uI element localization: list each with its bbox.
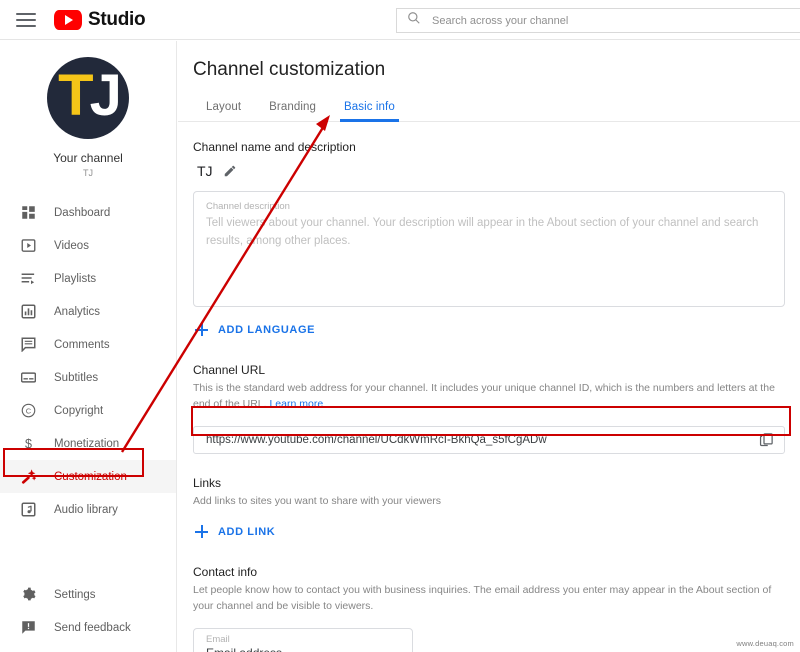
contact-info-description: Let people know how to contact you with … [193,584,772,612]
sidebar-item-send-feedback[interactable]: Send feedback [0,611,176,644]
comment-icon [18,335,38,355]
basic-info-panel: Channel name and description TJ Channel … [178,122,800,652]
youtube-studio-window: Studio Search across your channel TJ You… [0,0,800,652]
tab-bar: Layout Branding Basic info [178,95,800,122]
svg-text:C: C [25,406,31,415]
sidebar-item-monetization[interactable]: $ Monetization [0,427,176,460]
svg-text:$: $ [25,437,32,451]
tab-branding[interactable]: Branding [255,95,330,121]
avatar-letter-j: J [89,63,122,128]
audio-library-icon [18,500,38,520]
tab-basic-info[interactable]: Basic info [330,95,409,122]
studio-brand[interactable]: Studio [54,8,146,31]
add-link-label: ADD LINK [218,525,276,538]
sidebar-item-label: Videos [54,239,89,252]
add-link-button[interactable]: ADD LINK [193,521,277,542]
copy-icon[interactable] [757,430,776,449]
sidebar-item-label: Customization [54,470,127,483]
channel-name-label: TJ [83,168,93,178]
page-title: Channel customization [193,59,386,80]
contact-info-heading: Contact info [193,565,258,580]
sidebar-item-analytics[interactable]: Analytics [0,295,176,328]
gear-icon [18,585,38,605]
your-channel-label: Your channel [53,151,123,165]
magic-wand-icon [18,467,38,487]
avatar[interactable]: TJ [47,57,129,139]
dollar-icon: $ [18,434,38,454]
add-language-label: ADD LANGUAGE [218,323,316,336]
sidebar-item-label: Settings [54,588,96,601]
learn-more-link[interactable]: Learn more [269,398,323,410]
search-icon [407,11,421,30]
channel-url-section: Channel URL This is the standard web add… [193,363,785,454]
avatar-letter-t: T [58,63,93,128]
youtube-logo-icon [54,9,82,30]
links-heading: Links [193,475,222,490]
sidebar-item-subtitles[interactable]: Subtitles [0,361,176,394]
sidebar-item-label: Copyright [54,404,104,417]
channel-description-placeholder: Tell viewers about your channel. Your de… [206,217,759,247]
links-description: Add links to sites you want to share wit… [193,494,442,507]
sidebar-item-label: Send feedback [54,621,131,634]
sidebar-item-playlists[interactable]: Playlists [0,262,176,295]
subtitles-icon [18,368,38,388]
sidebar-item-audio-library[interactable]: Audio library [0,493,176,526]
brand-label: Studio [88,8,146,30]
sidebar-item-label: Comments [54,338,110,351]
add-language-button[interactable]: ADD LANGUAGE [193,319,317,340]
sidebar-item-settings[interactable]: Settings [0,578,176,611]
search-input[interactable]: Search across your channel [396,8,800,33]
channel-url-value: https://www.youtube.com/channel/UCdkWmRc… [206,433,547,446]
plus-icon [195,525,208,539]
sidebar-item-label: Dashboard [54,206,111,219]
sidebar-item-customization[interactable]: Customization [0,460,176,493]
pencil-icon[interactable] [223,164,237,178]
sidebar: TJ Your channel TJ Dashboard Videos Play… [0,41,177,652]
main-content: Channel customization Layout Branding Ba… [178,41,800,652]
channel-url-input[interactable]: https://www.youtube.com/channel/UCdkWmRc… [193,425,785,454]
dashboard-icon [18,203,38,223]
email-placeholder: Email address [206,646,400,652]
sidebar-item-videos[interactable]: Videos [0,229,176,262]
sidebar-item-comments[interactable]: Comments [0,328,176,361]
copyright-icon: C [18,401,38,421]
sidebar-nav: Dashboard Videos Playlists Analytics Com… [0,196,176,526]
channel-name-section-heading: Channel name and description [193,140,356,154]
sidebar-item-label: Subtitles [54,371,99,384]
analytics-icon [18,302,38,322]
sidebar-item-label: Monetization [54,437,120,450]
email-label: Email [206,633,230,645]
channel-name-value: TJ [197,163,213,179]
contact-info-section: Contact info Let people know how to cont… [193,565,785,652]
channel-description-label: Channel description [206,201,290,212]
channel-name-row: TJ [197,163,785,179]
hamburger-icon[interactable] [16,12,36,27]
video-icon [18,236,38,256]
tab-layout[interactable]: Layout [192,95,255,121]
channel-block: TJ Your channel TJ [0,41,176,178]
sidebar-item-label: Playlists [54,272,97,285]
plus-icon [195,323,208,336]
sidebar-item-label: Audio library [54,503,118,516]
sidebar-item-label: Analytics [54,305,101,318]
top-bar: Studio Search across your channel [0,0,800,40]
sidebar-nav-bottom: Settings Send feedback [0,578,176,644]
feedback-icon [18,618,38,638]
channel-url-description: This is the standard web address for you… [193,381,785,413]
links-section: Links Add links to sites you want to sha… [193,476,785,544]
sidebar-item-copyright[interactable]: C Copyright [0,394,176,427]
watermark: www.deuaq.com [736,639,794,648]
sidebar-item-dashboard[interactable]: Dashboard [0,196,176,229]
channel-description-textarea[interactable]: Channel description Tell viewers about y… [193,191,785,307]
email-field[interactable]: Email Email address [193,627,413,652]
search-placeholder: Search across your channel [432,14,569,27]
channel-url-heading: Channel URL [193,363,266,377]
playlist-icon [18,269,38,289]
